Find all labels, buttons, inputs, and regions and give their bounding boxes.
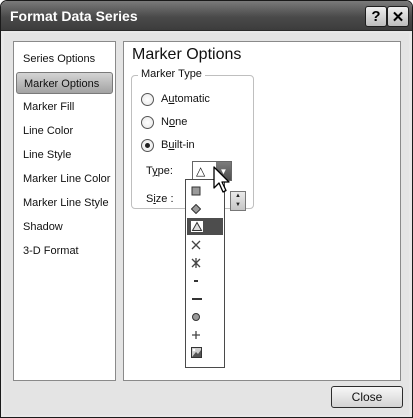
title-bar: Format Data Series ? ✕ bbox=[1, 1, 412, 31]
sidebar-item-shadow[interactable]: Shadow bbox=[16, 216, 113, 238]
sidebar-item-marker-line-style[interactable]: Marker Line Style bbox=[16, 192, 113, 214]
panel-title: Marker Options bbox=[132, 46, 242, 63]
radio-label: None bbox=[161, 116, 188, 128]
group-label: Marker Type bbox=[138, 68, 205, 80]
sidebar-item-line-color[interactable]: Line Color bbox=[16, 120, 113, 142]
radio-none[interactable]: None bbox=[141, 114, 187, 130]
long-dash-marker-icon bbox=[192, 297, 202, 300]
marker-option-star[interactable] bbox=[187, 254, 223, 271]
sidebar-item-series-options[interactable]: Series Options bbox=[16, 48, 113, 70]
diamond-marker-icon bbox=[191, 203, 201, 214]
sidebar-item-line-style[interactable]: Line Style bbox=[16, 144, 113, 166]
size-label: Size : bbox=[146, 193, 174, 205]
marker-option-short-dash[interactable] bbox=[187, 272, 223, 289]
category-list: Series Options Marker Options Marker Fil… bbox=[13, 41, 116, 381]
sidebar-item-marker-line-color[interactable]: Marker Line Color bbox=[16, 168, 113, 190]
mouse-pointer-icon bbox=[213, 166, 230, 193]
sidebar-item-marker-fill[interactable]: Marker Fill bbox=[16, 96, 113, 118]
x-marker-icon bbox=[191, 240, 201, 249]
radio-built-in[interactable]: Built-in bbox=[141, 137, 195, 153]
radio-automatic[interactable]: Automatic bbox=[141, 91, 210, 107]
radio-label: Automatic bbox=[161, 93, 210, 105]
marker-option-x[interactable] bbox=[187, 236, 223, 253]
triangle-marker-icon bbox=[191, 221, 203, 232]
radio-label: Built-in bbox=[161, 139, 195, 151]
plus-marker-icon bbox=[192, 330, 200, 339]
marker-option-plus[interactable] bbox=[187, 326, 223, 343]
circle-marker-icon bbox=[192, 312, 200, 321]
radio-button[interactable] bbox=[141, 92, 154, 106]
short-dash-marker-icon bbox=[194, 279, 198, 282]
dialog-title: Format Data Series bbox=[10, 8, 138, 24]
star-marker-icon bbox=[191, 257, 201, 268]
marker-type-dropdown bbox=[185, 179, 225, 368]
marker-option-triangle[interactable] bbox=[187, 218, 223, 235]
marker-option-picture[interactable] bbox=[187, 344, 223, 361]
sidebar-item-marker-options[interactable]: Marker Options bbox=[16, 72, 113, 94]
selected-marker-value: △ bbox=[196, 164, 206, 178]
format-data-series-dialog: Format Data Series ? ✕ Series Options Ma… bbox=[0, 0, 413, 418]
square-marker-icon bbox=[191, 186, 201, 195]
radio-button[interactable] bbox=[141, 115, 154, 129]
help-button[interactable]: ? bbox=[365, 6, 387, 27]
picture-marker-icon bbox=[191, 347, 202, 358]
marker-option-long-dash[interactable] bbox=[187, 290, 223, 307]
options-panel: Marker Options Marker Type Automatic Non… bbox=[123, 41, 401, 381]
type-label: Type: bbox=[146, 165, 173, 177]
radio-button[interactable] bbox=[141, 138, 154, 152]
marker-option-circle[interactable] bbox=[187, 308, 223, 325]
marker-option-diamond[interactable] bbox=[187, 200, 223, 217]
close-button[interactable]: Close bbox=[331, 386, 403, 408]
sidebar-item-3d-format[interactable]: 3-D Format bbox=[16, 240, 113, 262]
size-spinner[interactable]: ▲ ▼ bbox=[230, 191, 246, 211]
close-window-button[interactable]: ✕ bbox=[387, 6, 409, 27]
